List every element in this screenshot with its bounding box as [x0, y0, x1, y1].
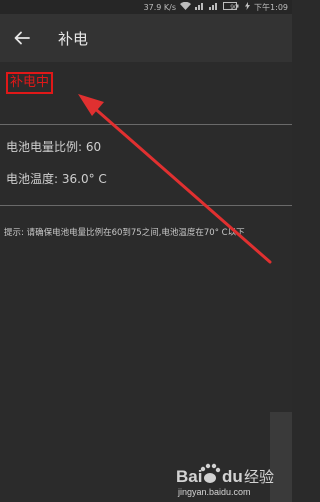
- divider-top: [0, 124, 292, 125]
- baidu-watermark: Bai du 经验 jingyan.baidu.com: [176, 456, 286, 498]
- wifi-icon: [180, 1, 192, 12]
- battery-temp-row: 电池温度: 36.0° C: [6, 170, 107, 187]
- status-bar: 37.9 K/s 90 下午1:09: [0, 0, 292, 14]
- app-screen: 37.9 K/s 90 下午1:09 补电 补电中 电池电量比例: 60 电池温…: [0, 0, 292, 502]
- app-bar: 补电: [0, 14, 292, 62]
- tip-text: 提示: 请确保电池电量比例在60到75之间,电池温度在70° C以下: [4, 228, 245, 238]
- arrow-left-icon: [14, 31, 30, 45]
- paw-logo-icon: [200, 463, 221, 483]
- divider-bottom: [0, 205, 292, 206]
- charging-bolt-icon: [245, 2, 251, 12]
- battery-temp-value: 36.0° C: [61, 172, 107, 186]
- signal-icon: [195, 2, 205, 12]
- battery-ratio-label: 电池电量比例:: [6, 140, 83, 154]
- svg-text:经验: 经验: [244, 468, 274, 486]
- network-speed: 37.9 K/s: [143, 2, 177, 12]
- battery-ratio-value: 60: [85, 140, 102, 154]
- signal-icon-2: [209, 2, 219, 12]
- watermark-url: jingyan.baidu.com: [177, 487, 251, 497]
- svg-text:Bai: Bai: [176, 467, 202, 486]
- battery-ratio-row: 电池电量比例: 60: [6, 138, 101, 155]
- charging-status-label: 补电中: [6, 72, 54, 94]
- svg-text:du: du: [222, 467, 243, 486]
- back-button[interactable]: [0, 14, 44, 62]
- clock: 下午1:09: [254, 2, 288, 12]
- battery-temp-label: 电池温度:: [6, 172, 59, 186]
- battery-level: 90: [230, 3, 238, 11]
- page-title: 补电: [58, 29, 89, 48]
